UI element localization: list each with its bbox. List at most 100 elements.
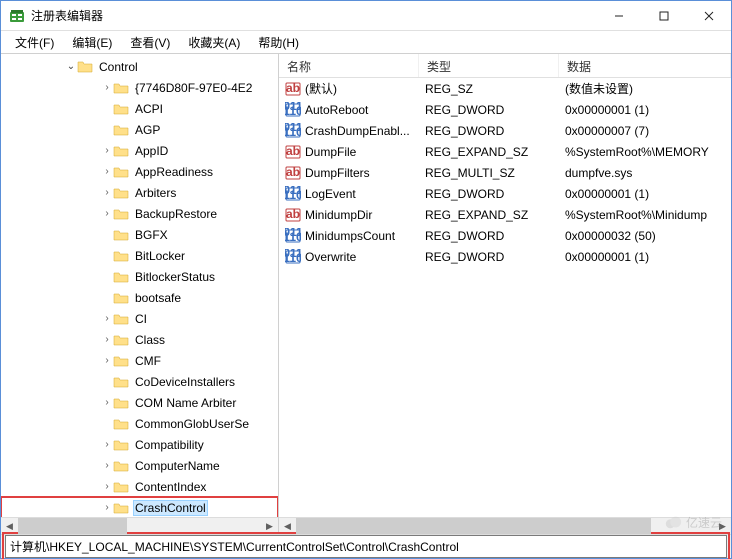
menu-edit[interactable]: 编辑(E) [64,32,120,53]
watermark: 亿速云 [664,513,722,531]
tree-row[interactable]: ›Arbiters [1,182,278,203]
cell-data: %SystemRoot%\Minidump [559,208,731,222]
tree-row[interactable]: BitLocker [1,245,278,266]
tree-row[interactable]: › CMF [1,350,278,371]
folder-icon [113,332,129,348]
tree-row[interactable]: AGP [1,119,278,140]
tree-scroll[interactable]: ⌄ Control ›{7746D80F-97E0-4E2ACPIAGP › App… [1,54,278,517]
tree-label: CrashControl [133,500,208,516]
list-row[interactable]: abDumpFiltersREG_MULTI_SZdumpfve.sys [279,162,731,183]
chevron-right-icon[interactable]: › [101,440,113,450]
scroll-left-icon[interactable]: ◀ [279,518,296,535]
chevron-right-icon[interactable]: › [101,335,113,345]
value-name: AutoReboot [305,103,368,117]
tree-row[interactable]: ›CI [1,308,278,329]
column-name[interactable]: 名称 [279,54,419,77]
reg-dword-icon: 011110 [285,249,301,265]
svg-text:ab: ab [286,81,300,95]
tree-row[interactable]: CommonGlobUserSe [1,413,278,434]
maximize-button[interactable] [641,1,686,31]
chevron-right-icon[interactable]: › [101,356,113,366]
list-row[interactable]: 011110OverwriteREG_DWORD0x00000001 (1) [279,246,731,267]
tree-pane: ⌄ Control ›{7746D80F-97E0-4E2ACPIAGP › App… [1,54,279,534]
tree-row[interactable]: CoDeviceInstallers [1,371,278,392]
menu-file[interactable]: 文件(F) [7,32,62,53]
reg-sz-icon: ab [285,81,301,97]
list-row[interactable]: 011110AutoRebootREG_DWORD0x00000001 (1) [279,99,731,120]
list-row[interactable]: abMinidumpDirREG_EXPAND_SZ%SystemRoot%\M… [279,204,731,225]
chevron-right-icon[interactable]: › [101,398,113,408]
tree-row[interactable]: ›ContentIndex [1,476,278,497]
tree-row-control[interactable]: ⌄ Control [1,56,278,77]
list-row[interactable]: ab(默认)REG_SZ(数值未设置) [279,78,731,99]
tree-label: bootsafe [133,290,183,306]
path-text[interactable]: 计算机\HKEY_LOCAL_MACHINE\SYSTEM\CurrentCon… [5,535,727,558]
menu-help[interactable]: 帮助(H) [250,32,307,53]
cell-type: REG_DWORD [419,250,559,264]
chevron-right-icon[interactable]: › [101,167,113,177]
scroll-track[interactable] [296,518,714,535]
tree-scrollbar-h[interactable]: ◀ ▶ [1,517,278,534]
column-data[interactable]: 数据 [559,54,731,77]
tree-row[interactable]: BitlockerStatus [1,266,278,287]
tree-label: AppID [133,143,170,159]
tree-row[interactable]: ›Compatibility [1,434,278,455]
scroll-right-icon[interactable]: ▶ [261,518,278,535]
chevron-down-icon[interactable]: ⌄ [65,62,77,72]
tree-row[interactable]: ›{7746D80F-97E0-4E2 [1,77,278,98]
tree-row[interactable]: ›BackupRestore [1,203,278,224]
tree-row[interactable]: ›Class [1,329,278,350]
chevron-right-icon[interactable]: › [101,146,113,156]
minimize-button[interactable] [596,1,641,31]
tree-row[interactable]: › CrashControl [1,497,278,517]
tree-row[interactable]: ACPI [1,98,278,119]
tree-label: BitlockerStatus [133,269,217,285]
list-row[interactable]: 011110LogEventREG_DWORD0x00000001 (1) [279,183,731,204]
column-type[interactable]: 类型 [419,54,559,77]
cell-data: 0x00000007 (7) [559,124,731,138]
chevron-right-icon[interactable]: › [101,503,113,513]
folder-icon [113,416,129,432]
tree-label: AppReadiness [133,164,215,180]
reg-dword-icon: 011110 [285,102,301,118]
cell-type: REG_DWORD [419,187,559,201]
tree-label: CMF [133,353,163,369]
svg-text:ab: ab [286,165,300,179]
chevron-right-icon[interactable]: › [101,83,113,93]
tree-label: BGFX [133,227,170,243]
reg-sz-icon: ab [285,144,301,160]
cell-name: abDumpFilters [279,165,419,181]
list-row[interactable]: abDumpFileREG_EXPAND_SZ%SystemRoot%\MEMO… [279,141,731,162]
chevron-right-icon[interactable]: › [101,314,113,324]
chevron-right-icon[interactable]: › [101,188,113,198]
chevron-right-icon[interactable]: › [101,209,113,219]
list-row[interactable]: 011110CrashDumpEnabl...REG_DWORD0x000000… [279,120,731,141]
value-name: DumpFile [305,145,356,159]
cell-name: 011110LogEvent [279,186,419,202]
chevron-right-icon[interactable]: › [101,461,113,471]
tree-row[interactable]: ›ComputerName [1,455,278,476]
scroll-track[interactable] [18,518,261,535]
list-row[interactable]: 011110MinidumpsCountREG_DWORD0x00000032 … [279,225,731,246]
menu-view[interactable]: 查看(V) [122,32,178,53]
folder-icon [113,80,129,96]
tree-row[interactable]: bootsafe [1,287,278,308]
folder-icon [113,227,129,243]
tree-row[interactable]: › AppReadiness [1,161,278,182]
reg-sz-icon: ab [285,165,301,181]
scroll-left-icon[interactable]: ◀ [1,518,18,535]
list-body[interactable]: ab(默认)REG_SZ(数值未设置) 011110 AutoReboot REG_D… [279,78,731,517]
cell-data: 0x00000001 (1) [559,103,731,117]
cell-type: REG_DWORD [419,124,559,138]
tree-row[interactable]: BGFX [1,224,278,245]
cell-data: 0x00000001 (1) [559,187,731,201]
chevron-right-icon[interactable]: › [101,482,113,492]
value-name: CrashDumpEnabl... [305,124,410,138]
menu-favorites[interactable]: 收藏夹(A) [180,32,248,53]
folder-icon [113,290,129,306]
cell-name: 011110Overwrite [279,249,419,265]
tree-row[interactable]: › AppID [1,140,278,161]
close-button[interactable] [686,1,731,31]
tree-row[interactable]: ›COM Name Arbiter [1,392,278,413]
svg-text:110: 110 [285,230,301,244]
